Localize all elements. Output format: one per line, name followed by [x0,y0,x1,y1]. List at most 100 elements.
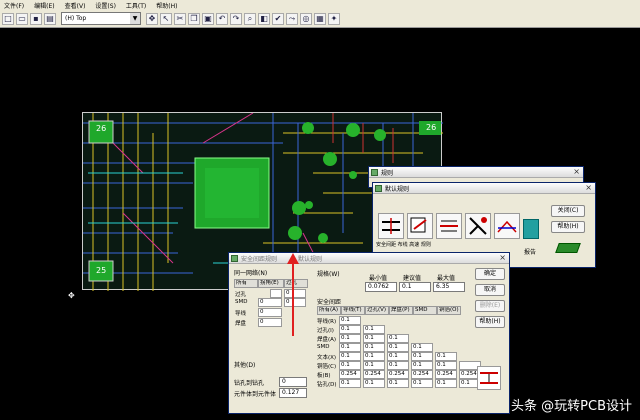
menu-view[interactable]: 查看(V) [65,1,86,10]
menu-settings[interactable]: 设置(S) [95,1,116,10]
clearance-cell[interactable]: 0.1 [363,352,385,361]
select-icon[interactable]: ↖ [160,12,172,25]
clearance-grid-title: 安全间距 [317,299,342,306]
clearance-cell[interactable]: 0.1 [411,343,433,352]
clearance-cell[interactable]: 0.1 [387,334,409,343]
clearance-titlebar[interactable]: 安全间距规则 默认规则 × [229,253,509,264]
default-rules-titlebar[interactable]: 默认规则 × [373,183,595,194]
clearance-cell[interactable]: 0.254 [435,370,457,379]
menu-help[interactable]: 帮助(H) [156,1,177,10]
clearance-cell[interactable]: 0.1 [363,343,385,352]
close-icon[interactable]: × [585,183,592,193]
route-icon[interactable]: ⤳ [286,12,298,25]
clearance-cell[interactable]: 0.1 [435,379,457,388]
conditional-icon [469,217,487,235]
conditional-rule-button[interactable] [465,213,491,239]
same-net-row-label: SMD [235,299,248,305]
clearance-cell[interactable]: 0.1 [339,379,361,388]
spec-max-input[interactable]: 6.35 [433,282,465,292]
clearance-cell[interactable]: 0.1 [339,325,361,334]
same-net-cell[interactable]: 0 [258,298,282,307]
report-icon[interactable] [523,219,539,239]
board-label-26: 26 [96,124,107,133]
clearance-cell[interactable]: 0.1 [435,352,457,361]
redo-icon[interactable]: ↷ [230,12,242,25]
clearance-cell[interactable]: 0.1 [363,325,385,334]
paste-icon[interactable]: ▣ [202,12,214,25]
new-icon[interactable]: □ [2,12,14,25]
same-net-cell[interactable]: 0 [258,318,282,327]
pan-icon[interactable]: ✥ [146,12,158,25]
menu-edit[interactable]: 编辑(E) [34,1,54,10]
same-net-header-all[interactable]: 所有 [234,279,258,288]
spec-min-input[interactable]: 0.0762 [365,282,397,292]
close-button[interactable]: 关闭(C) [551,205,585,217]
cut-icon[interactable]: ✂ [174,12,186,25]
rule-button-labels: 安全间距 布线 高速 规则 [376,242,431,248]
clearance-cell[interactable]: 0.1 [387,379,409,388]
clearance-header[interactable]: 焊盘(P) [389,306,413,315]
clearance-cell[interactable]: 0.1 [411,379,433,388]
clearance-cell[interactable]: 0.1 [411,361,433,370]
help-button[interactable]: 帮助(H) [475,316,505,328]
layer-select[interactable]: (H) Top ▼ [61,12,141,25]
clearance-header[interactable]: 导线(T) [341,306,365,315]
rules-window-titlebar[interactable]: 规则 × [369,167,583,178]
delete-button[interactable]: 删除(E) [475,300,505,312]
diff-pair-rule-button[interactable] [494,213,520,239]
spec-recommended-input[interactable]: 0.1 [399,282,431,292]
clearance-cell[interactable]: 0.1 [339,343,361,352]
save-icon[interactable]: ▪ [30,12,42,25]
drill-to-drill-input[interactable]: 0 [279,377,307,387]
routing-rule-button[interactable] [407,213,433,239]
clearance-icon [382,218,400,234]
clearance-cell[interactable]: 0.1 [339,352,361,361]
close-icon[interactable]: × [499,253,506,263]
default-rules-app-icon [375,184,382,192]
clearance-cell[interactable]: 0.254 [387,370,409,379]
clearance-header[interactable]: 铜箔(O) [437,306,461,315]
clearance-app-icon [231,254,238,262]
clearance-cell[interactable]: 0.1 [339,361,361,370]
ok-button[interactable]: 确定 [475,268,505,280]
undo-icon[interactable]: ↶ [216,12,228,25]
drc-icon[interactable]: ✔ [272,12,284,25]
component-icon[interactable]: ▦ [314,12,326,25]
clearance-header[interactable]: 所有(A) [317,306,341,315]
clearance-cell[interactable]: 0.1 [387,343,409,352]
clearance-cell[interactable]: 0.254 [411,370,433,379]
open-icon[interactable]: ▭ [16,12,28,25]
clearance-header[interactable]: 过孔(V) [365,306,389,315]
close-icon[interactable]: × [573,167,580,177]
print-icon[interactable]: ▤ [44,12,56,25]
same-net-cell[interactable]: 0 [258,308,282,317]
clearance-rule-button[interactable] [378,213,404,239]
clearance-cell[interactable]: 0.1 [363,379,385,388]
clearance-cell[interactable]: 0.1 [363,334,385,343]
menu-tools[interactable]: 工具(T) [126,1,146,10]
copy-icon[interactable]: ❐ [188,12,200,25]
clearance-cell[interactable]: 0.1 [339,316,361,325]
same-net-header-corner[interactable]: 拐角(E) [258,279,284,288]
menu-file[interactable]: 文件(F) [4,1,24,10]
cancel-button[interactable]: 取消 [475,284,505,296]
highlight-icon[interactable]: ✦ [328,12,340,25]
clearance-cell[interactable]: 0.254 [363,370,385,379]
clearance-cell[interactable]: 0.1 [339,334,361,343]
default-rules-title: 默认规则 [385,185,410,193]
clearance-cell[interactable]: 0.1 [411,352,433,361]
clearance-cell[interactable]: 0.1 [387,361,409,370]
high-speed-rule-button[interactable] [436,213,462,239]
clearance-header[interactable]: SMD [413,306,437,315]
zoom-icon[interactable]: ⌕ [244,12,256,25]
layers-icon[interactable]: ◧ [258,12,270,25]
body-to-body-input[interactable]: 0.127 [279,388,307,398]
drill-icon[interactable]: ◎ [300,12,312,25]
clearance-cell[interactable]: 0.1 [435,361,457,370]
same-net-cell[interactable] [270,289,282,298]
clearance-cell[interactable]: 0.1 [387,352,409,361]
clearance-row-label: 板(B) [317,373,331,379]
clearance-cell[interactable]: 0.1 [363,361,385,370]
help-button[interactable]: 帮助(H) [551,221,585,233]
clearance-cell[interactable]: 0.254 [339,370,361,379]
